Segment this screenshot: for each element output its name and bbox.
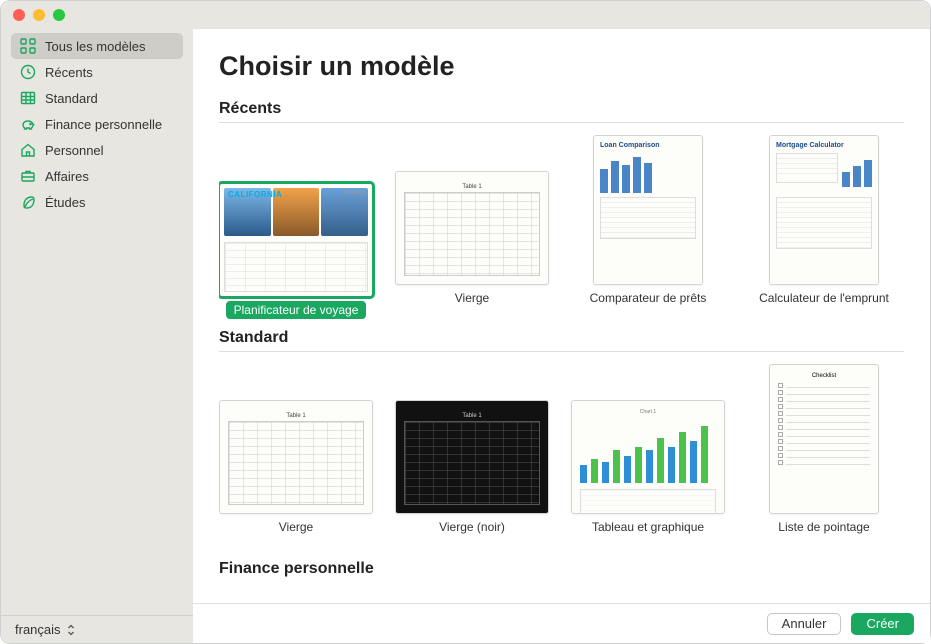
template-label: Vierge (noir) — [395, 520, 549, 548]
recents-row: CALIFORNIA Itinerary Planificateur de vo… — [219, 135, 904, 319]
sidebar-item-label: Études — [45, 195, 85, 210]
thumb-title: CALIFORNIA — [228, 190, 282, 199]
sidebar-item-label: Affaires — [45, 169, 89, 184]
sidebar-item-all-templates[interactable]: Tous les modèles — [11, 33, 183, 59]
sidebar-item-recents[interactable]: Récents — [11, 59, 183, 85]
sidebar-item-label: Standard — [45, 91, 98, 106]
sidebar-item-personal[interactable]: Personnel — [11, 137, 183, 163]
piggy-bank-icon — [19, 115, 37, 133]
template-vierge[interactable]: Table 1 Vierge — [395, 171, 549, 319]
template-comparateur-prets[interactable]: Loan Comparison Comparateur de prêts — [571, 135, 725, 319]
window-body: Tous les modèles Récents Standard — [1, 29, 930, 643]
home-icon — [19, 141, 37, 159]
thumb-subtitle: Itinerary — [342, 190, 364, 196]
sidebar-item-label: Récents — [45, 65, 93, 80]
template-label: Comparateur de prêts — [571, 291, 725, 319]
language-label: français — [15, 622, 61, 637]
sidebar-item-business[interactable]: Affaires — [11, 163, 183, 189]
template-label: Planificateur de voyage — [226, 301, 367, 319]
thumb-title: Checklist — [778, 373, 870, 379]
template-label: Calculateur de l'emprunt — [747, 291, 901, 319]
template-liste-pointage[interactable]: Checklist — [747, 364, 901, 548]
main-scroll[interactable]: Choisir un modèle Récents CALIFORNIA Iti… — [193, 29, 930, 603]
footer: Annuler Créer — [193, 603, 930, 643]
template-chooser-window: Tous les modèles Récents Standard — [1, 1, 930, 643]
template-label: Tableau et graphique — [571, 520, 725, 548]
template-vierge-noir[interactable]: Table 1 Vierge (noir) — [395, 400, 549, 548]
template-label: Liste de pointage — [747, 520, 901, 548]
sidebar-list: Tous les modèles Récents Standard — [1, 33, 193, 615]
section-title-recents: Récents — [219, 100, 904, 123]
cancel-button[interactable]: Annuler — [767, 613, 842, 635]
grid-icon — [19, 37, 37, 55]
sidebar-item-education[interactable]: Études — [11, 189, 183, 215]
sidebar-item-label: Tous les modèles — [45, 39, 145, 54]
page-title: Choisir un modèle — [219, 51, 904, 82]
titlebar — [1, 1, 930, 29]
sidebar-item-standard[interactable]: Standard — [11, 85, 183, 111]
section-title-finance: Finance personnelle — [219, 560, 904, 582]
template-planificateur-voyage[interactable]: CALIFORNIA Itinerary Planificateur de vo… — [219, 183, 373, 319]
sidebar-item-label: Personnel — [45, 143, 104, 158]
thumb-title: Loan Comparison — [600, 142, 696, 149]
template-label: Vierge — [219, 520, 373, 548]
briefcase-icon — [19, 167, 37, 185]
clock-icon — [19, 63, 37, 81]
sidebar-item-personal-finance[interactable]: Finance personnelle — [11, 111, 183, 137]
leaf-icon — [19, 193, 37, 211]
template-label: Vierge — [395, 291, 549, 319]
table-icon — [19, 89, 37, 107]
sidebar-item-label: Finance personnelle — [45, 117, 162, 132]
template-calculateur-emprunt[interactable]: Mortgage Calculator Calculateur de l'emp… — [747, 135, 901, 319]
section-title-standard: Standard — [219, 329, 904, 352]
template-tableau-graphique[interactable]: Chart 1 Tableau et graphique — [571, 400, 725, 548]
window-minimize-icon[interactable] — [33, 9, 45, 21]
create-button-label: Créer — [866, 616, 899, 631]
create-button[interactable]: Créer — [851, 613, 914, 635]
chevron-up-down-icon — [67, 624, 77, 636]
sidebar: Tous les modèles Récents Standard — [1, 29, 193, 643]
window-zoom-icon[interactable] — [53, 9, 65, 21]
standard-row: Table 1 Vierge Table 1 Vierge (noir) Cha… — [219, 364, 904, 548]
main-area: Choisir un modèle Récents CALIFORNIA Iti… — [193, 29, 930, 643]
template-vierge-std[interactable]: Table 1 Vierge — [219, 400, 373, 548]
thumb-title: Mortgage Calculator — [776, 142, 872, 149]
window-close-icon[interactable] — [13, 9, 25, 21]
cancel-button-label: Annuler — [782, 616, 827, 631]
language-selector[interactable]: français — [1, 615, 193, 643]
